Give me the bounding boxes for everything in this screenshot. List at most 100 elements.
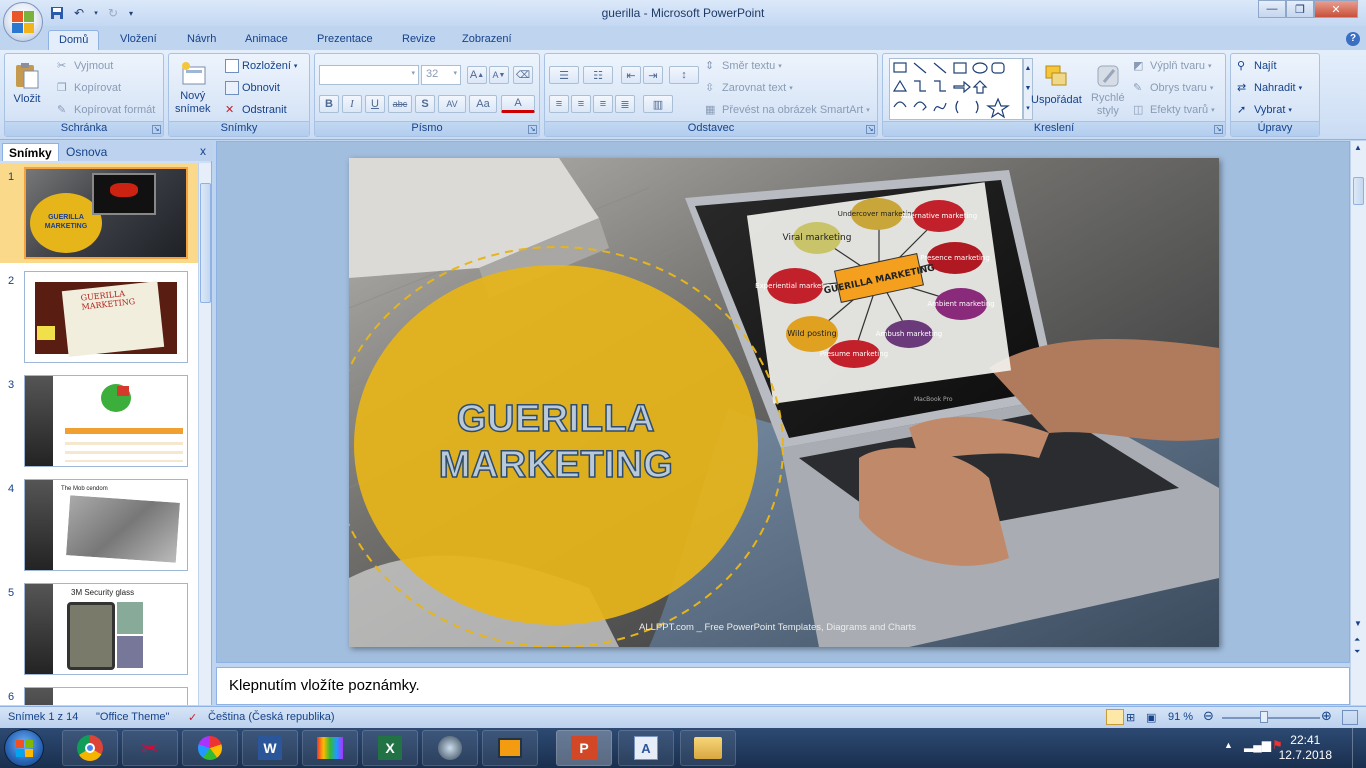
bullets-button[interactable]: ☰ bbox=[549, 66, 579, 84]
decrease-indent-button[interactable]: ⇤ bbox=[621, 66, 641, 84]
align-left-button[interactable]: ≡ bbox=[549, 95, 569, 113]
taskbar-word[interactable]: W bbox=[242, 730, 298, 766]
tab-outline-panel[interactable]: Osnova bbox=[60, 143, 113, 161]
tab-review[interactable]: Revize bbox=[392, 30, 446, 50]
shape-fill-button[interactable]: ◩ Výplň tvaru ▾ bbox=[1133, 59, 1212, 73]
spellcheck-icon[interactable]: ✓ bbox=[188, 711, 197, 724]
taskbar-paint[interactable] bbox=[302, 730, 358, 766]
fit-window-icon[interactable] bbox=[1342, 710, 1358, 725]
zoom-slider-thumb[interactable] bbox=[1260, 711, 1268, 723]
taskbar-video-app[interactable] bbox=[482, 730, 538, 766]
text-direction-button[interactable]: ⇕ Směr textu ▾ bbox=[705, 59, 782, 73]
increase-indent-button[interactable]: ⇥ bbox=[643, 66, 663, 84]
taskbar-publisher[interactable]: A bbox=[618, 730, 674, 766]
format-painter-button[interactable]: ✎ Kopírovat formát bbox=[57, 103, 155, 117]
taskbar-media-player[interactable] bbox=[422, 730, 478, 766]
panel-close-icon[interactable]: x bbox=[200, 144, 206, 158]
taskbar-explorer[interactable] bbox=[680, 730, 736, 766]
change-case-button[interactable]: Aa bbox=[469, 95, 497, 113]
clear-format-button[interactable]: ⌫ bbox=[513, 66, 533, 84]
scroll-thumb[interactable] bbox=[200, 183, 211, 303]
select-button[interactable]: ➚ Vybrat ▾ bbox=[1237, 103, 1292, 117]
minimize-button[interactable]: — bbox=[1258, 0, 1286, 18]
paragraph-launcher-icon[interactable]: ↘ bbox=[866, 125, 875, 134]
delete-slide-button[interactable]: ✕ Odstranit bbox=[225, 103, 287, 117]
copy-button[interactable]: ❐ Kopírovat bbox=[57, 81, 121, 95]
help-icon[interactable]: ? bbox=[1346, 32, 1360, 46]
char-spacing-button[interactable]: AV bbox=[438, 95, 466, 113]
convert-smartart-button[interactable]: ▦ Převést na obrázek SmartArt ▾ bbox=[705, 103, 870, 117]
cut-button[interactable]: ✂ Vyjmout bbox=[57, 59, 113, 73]
shape-outline-button[interactable]: ✎ Obrys tvaru ▾ bbox=[1133, 81, 1213, 95]
drawing-launcher-icon[interactable]: ↘ bbox=[1214, 125, 1223, 134]
slide-title[interactable]: GUERILLA MARKETING bbox=[409, 396, 703, 488]
align-right-button[interactable]: ≡ bbox=[593, 95, 613, 113]
slideshow-view-icon[interactable]: ▣ bbox=[1146, 711, 1156, 724]
grow-font-button[interactable]: A ▲ bbox=[467, 66, 487, 84]
zoom-slider[interactable] bbox=[1222, 717, 1320, 719]
thumbnail-scrollbar[interactable] bbox=[198, 163, 211, 705]
maximize-button[interactable]: ❐ bbox=[1286, 0, 1314, 18]
previous-slide-icon[interactable]: ⏶ bbox=[1354, 635, 1360, 645]
shapes-gallery[interactable] bbox=[889, 58, 1023, 120]
shadow-button[interactable]: S bbox=[415, 95, 435, 113]
zoom-level[interactable]: 91 % bbox=[1168, 711, 1193, 723]
taskbar-chrome[interactable] bbox=[62, 730, 118, 766]
arrange-button[interactable]: Uspořádat bbox=[1031, 60, 1082, 106]
slide-thumbnail-1[interactable]: 1 GUERILLA MARKETING bbox=[0, 163, 198, 263]
zoom-in-icon[interactable]: ⊕ bbox=[1321, 708, 1332, 724]
columns-button[interactable]: ▥ bbox=[643, 95, 673, 113]
bold-button[interactable]: B bbox=[319, 95, 339, 113]
tab-home[interactable]: Domů bbox=[48, 30, 100, 50]
tab-design[interactable]: Návrh bbox=[177, 30, 226, 50]
zoom-out-icon[interactable]: ⊖ bbox=[1203, 708, 1214, 724]
tab-view[interactable]: Zobrazení bbox=[452, 30, 522, 50]
taskbar-powerpoint[interactable]: P bbox=[556, 730, 612, 766]
tray-expand-icon[interactable]: ▲ bbox=[1224, 740, 1233, 750]
font-color-button[interactable]: A bbox=[501, 95, 535, 113]
tab-animations[interactable]: Animace bbox=[235, 30, 298, 50]
font-name-combo[interactable]: ▾ bbox=[319, 65, 419, 85]
close-button[interactable]: ✕ bbox=[1314, 0, 1358, 18]
taskbar-excel[interactable]: X bbox=[362, 730, 418, 766]
office-button[interactable] bbox=[3, 2, 43, 42]
clipboard-launcher-icon[interactable]: ↘ bbox=[152, 125, 161, 134]
slide-thumbnail-3[interactable]: 3 bbox=[0, 371, 198, 471]
justify-button[interactable]: ≣ bbox=[615, 95, 635, 113]
start-button[interactable] bbox=[4, 729, 44, 767]
slide-thumbnail-2[interactable]: 2 GUERILLA MARKETING bbox=[0, 267, 198, 367]
font-size-combo[interactable]: 32 ▾ bbox=[421, 65, 461, 85]
line-spacing-button[interactable]: ↕ bbox=[669, 66, 699, 84]
slide-thumbnail-4[interactable]: 4 The Mob cendom bbox=[0, 475, 198, 575]
normal-view-icon[interactable] bbox=[1106, 709, 1124, 725]
reset-button[interactable]: Obnovit bbox=[225, 81, 280, 95]
tab-slideshow[interactable]: Prezentace bbox=[307, 30, 383, 50]
language-indicator[interactable]: Čeština (Česká republika) bbox=[208, 711, 335, 723]
italic-button[interactable]: I bbox=[342, 95, 362, 113]
scroll-down-icon[interactable]: ▼ bbox=[1354, 619, 1362, 628]
clock[interactable]: 22:41 12.7.2018 bbox=[1279, 733, 1332, 763]
quick-styles-button[interactable]: Rychlé styly bbox=[1091, 60, 1125, 118]
notes-pane[interactable]: Klepnutím vložíte poznámky. bbox=[216, 667, 1350, 705]
network-icon[interactable]: ▂▄▆ bbox=[1244, 738, 1271, 752]
align-center-button[interactable]: ≡ bbox=[571, 95, 591, 113]
find-button[interactable]: ⚲ Najít bbox=[1237, 59, 1277, 73]
slide-thumbnail-6[interactable]: 6 bbox=[0, 683, 198, 705]
editor-scroll-thumb[interactable] bbox=[1353, 177, 1364, 205]
paste-button[interactable]: Vložit bbox=[11, 60, 43, 105]
font-launcher-icon[interactable]: ↘ bbox=[528, 125, 537, 134]
shrink-font-button[interactable]: A ▼ bbox=[489, 66, 509, 84]
tab-insert[interactable]: Vložení bbox=[110, 30, 167, 50]
taskbar-picasa[interactable] bbox=[182, 730, 238, 766]
next-slide-icon[interactable]: ⏷ bbox=[1354, 647, 1360, 657]
strikethrough-button[interactable]: abc bbox=[388, 95, 412, 113]
shape-effects-button[interactable]: ◫ Efekty tvarů ▾ bbox=[1133, 103, 1215, 117]
layout-button[interactable]: Rozložení ▾ bbox=[225, 59, 297, 73]
current-slide[interactable]: Viral marketing Undercover marketing Alt… bbox=[349, 158, 1219, 647]
editor-scrollbar[interactable]: ▲ ▼ ⏶ ⏷ bbox=[1350, 141, 1366, 705]
taskbar-snipping-tool[interactable]: ✂ bbox=[122, 730, 178, 766]
scroll-up-icon[interactable]: ▲ bbox=[1354, 143, 1362, 152]
replace-button[interactable]: ⇄ Nahradit ▾ bbox=[1237, 81, 1302, 95]
new-slide-button[interactable]: Nový snímek bbox=[175, 58, 210, 116]
slide-thumbnail-5[interactable]: 5 3M Security glass bbox=[0, 579, 198, 679]
